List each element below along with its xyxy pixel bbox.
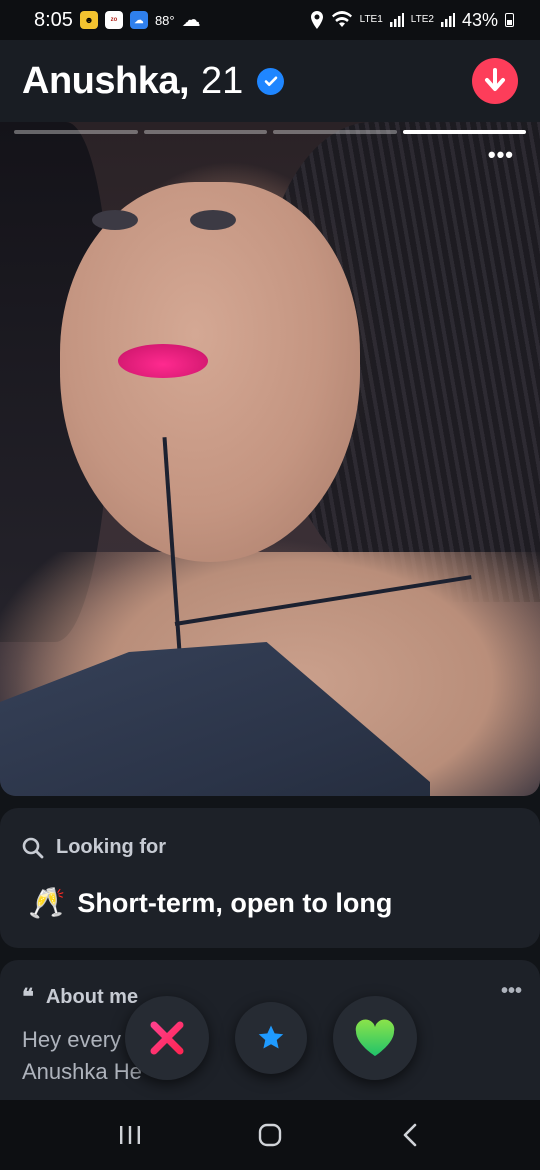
- wifi-icon: [331, 11, 352, 27]
- search-icon: [22, 837, 44, 858]
- looking-for-label: Looking for: [56, 836, 166, 858]
- temperature: 88°: [154, 12, 175, 28]
- signal-icon-2: [440, 13, 455, 27]
- photo-face: [60, 182, 360, 562]
- home-button[interactable]: [250, 1115, 290, 1155]
- photo-progress-segment[interactable]: [273, 130, 397, 134]
- about-me-text: Hey every Anushka He: [22, 1024, 142, 1088]
- photo-more-options-icon[interactable]: •••: [488, 144, 514, 166]
- recent-apps-button[interactable]: [110, 1115, 150, 1155]
- star-icon: [258, 1025, 284, 1049]
- profile-name: Anushka,: [22, 59, 190, 102]
- close-icon: [150, 1021, 184, 1055]
- about-me-more-icon[interactable]: •••: [501, 980, 522, 1003]
- looking-for-heading: Looking for: [22, 836, 166, 859]
- home-icon: [258, 1123, 282, 1147]
- lte2-label: LTE2: [410, 14, 434, 25]
- status-bar: 8:05 ☻ zo ☁ 88° ☁ LTE1 LTE2 43%: [0, 0, 540, 40]
- about-me-line-1: Hey every: [22, 1027, 122, 1052]
- photo-eye-left: [92, 210, 138, 230]
- quote-icon: ❝: [22, 984, 34, 1009]
- recent-apps-icon: [120, 1126, 140, 1144]
- profile-age: 21: [201, 59, 244, 102]
- grindr-icon: ☻: [79, 11, 98, 29]
- back-button[interactable]: [390, 1115, 430, 1155]
- nope-button[interactable]: [125, 996, 209, 1080]
- profile-header: Anushka, 21: [0, 40, 540, 122]
- collapse-profile-button[interactable]: [472, 58, 518, 104]
- verified-badge-icon[interactable]: [257, 67, 285, 95]
- battery-percent: 43%: [461, 9, 498, 30]
- arrow-down-icon: [485, 68, 505, 91]
- clock: 8:05: [34, 8, 73, 31]
- heart-icon: [355, 1019, 395, 1056]
- system-nav-bar: [0, 1100, 540, 1170]
- cloud-app-icon: ☁: [129, 11, 148, 29]
- zomato-icon: zo: [104, 11, 123, 29]
- signal-icon-1: [389, 13, 404, 27]
- cloud-icon: ☁: [181, 9, 201, 31]
- photo-progress-bar: [14, 130, 526, 136]
- photo-progress-segment[interactable]: [14, 130, 138, 134]
- photo-eye-right: [190, 210, 236, 230]
- photo-progress-segment-active[interactable]: [402, 130, 526, 134]
- about-me-heading: ❝ About me: [22, 984, 138, 1010]
- location-icon: [310, 11, 323, 29]
- about-me-line-2: Anushka He: [22, 1059, 142, 1084]
- photo-progress-segment[interactable]: [143, 130, 267, 134]
- lte1-label: LTE1: [359, 14, 383, 25]
- super-like-button[interactable]: [235, 1002, 307, 1074]
- looking-for-value: Short-term, open to long: [77, 888, 393, 918]
- back-icon: [403, 1123, 417, 1147]
- swipe-actions: [125, 996, 417, 1080]
- clinking-glasses-icon: 🥂: [28, 887, 66, 920]
- like-button[interactable]: [333, 996, 417, 1080]
- looking-for-value-row: 🥂 Short-term, open to long: [28, 886, 392, 921]
- looking-for-card: Looking for 🥂 Short-term, open to long: [0, 808, 540, 948]
- photo-lips: [118, 344, 208, 378]
- battery-icon: [505, 13, 514, 27]
- profile-photo[interactable]: [0, 122, 540, 796]
